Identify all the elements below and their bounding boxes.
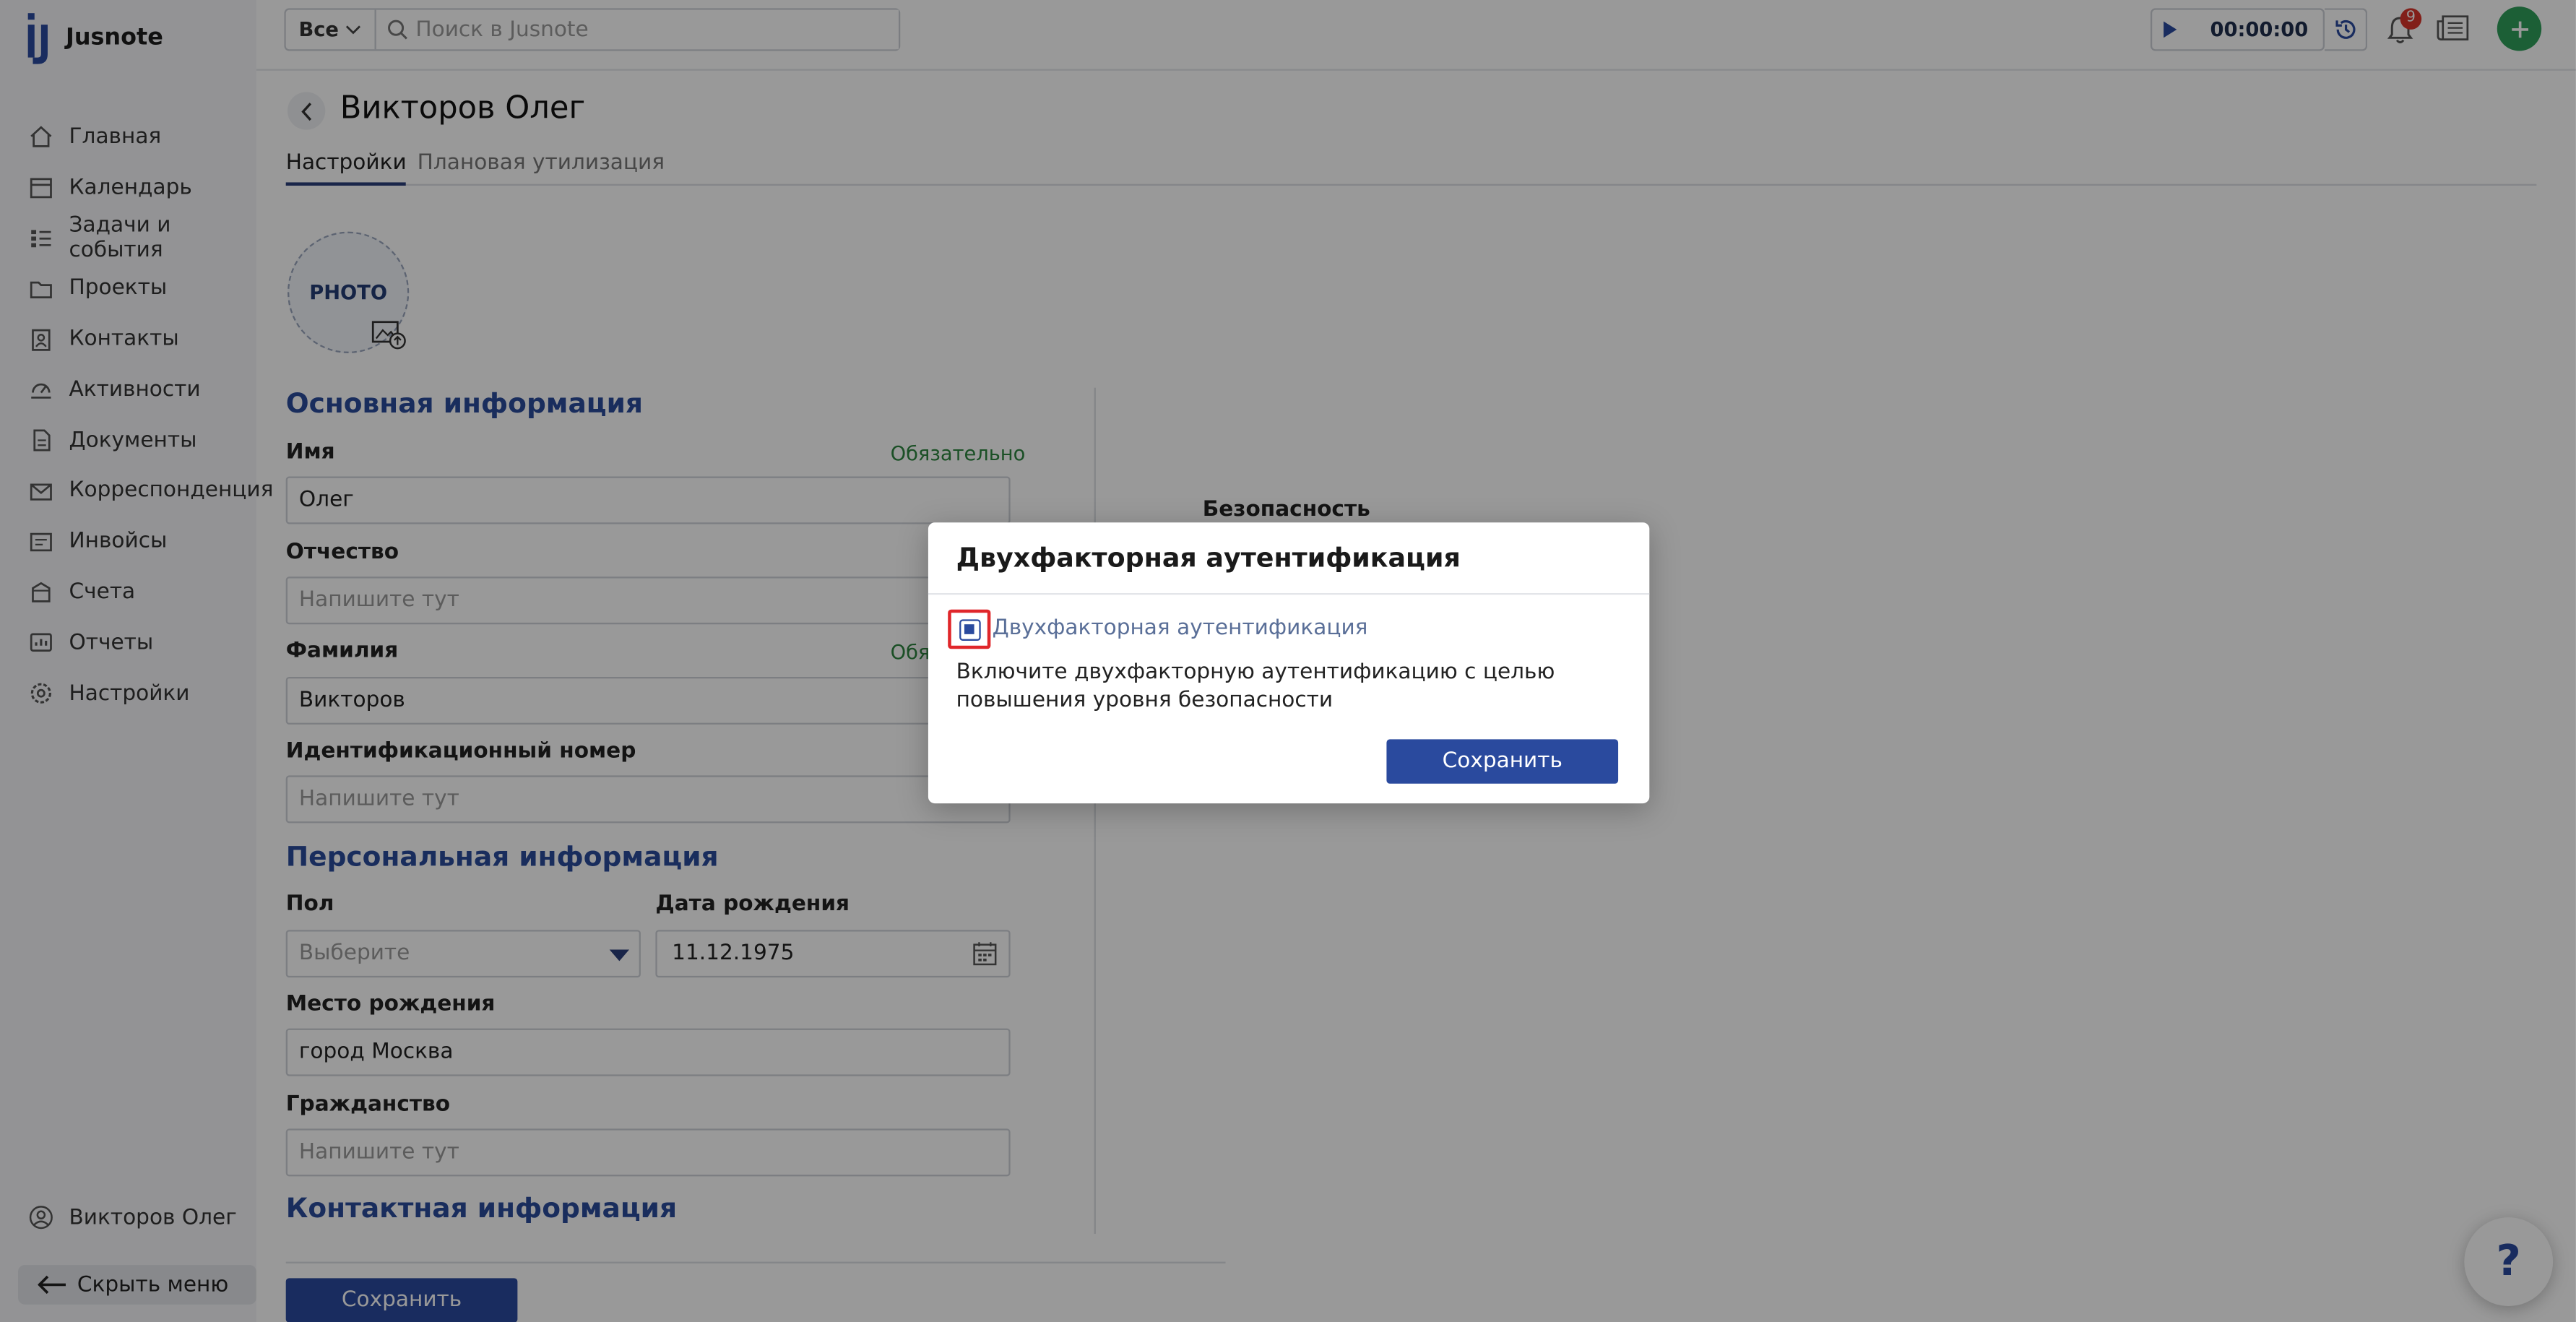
two-factor-modal: Двухфакторная аутентификация Двухфакторн… bbox=[928, 522, 1650, 804]
two-factor-checkbox-label[interactable]: Двухфакторная аутентификация bbox=[993, 616, 1368, 641]
modal-description: Включите двухфакторную аутентификацию с … bbox=[956, 660, 1555, 714]
modal-save-button[interactable]: Сохранить bbox=[1386, 739, 1619, 784]
app-root: Jusnote Главная Календарь Задачи и событ… bbox=[0, 0, 2576, 1322]
checkbox-highlight bbox=[948, 609, 991, 649]
two-factor-checkbox[interactable] bbox=[959, 619, 981, 641]
checkbox-check-mark bbox=[964, 624, 974, 634]
modal-divider bbox=[928, 592, 1650, 595]
modal-title: Двухфакторная аутентификация bbox=[956, 542, 1461, 574]
